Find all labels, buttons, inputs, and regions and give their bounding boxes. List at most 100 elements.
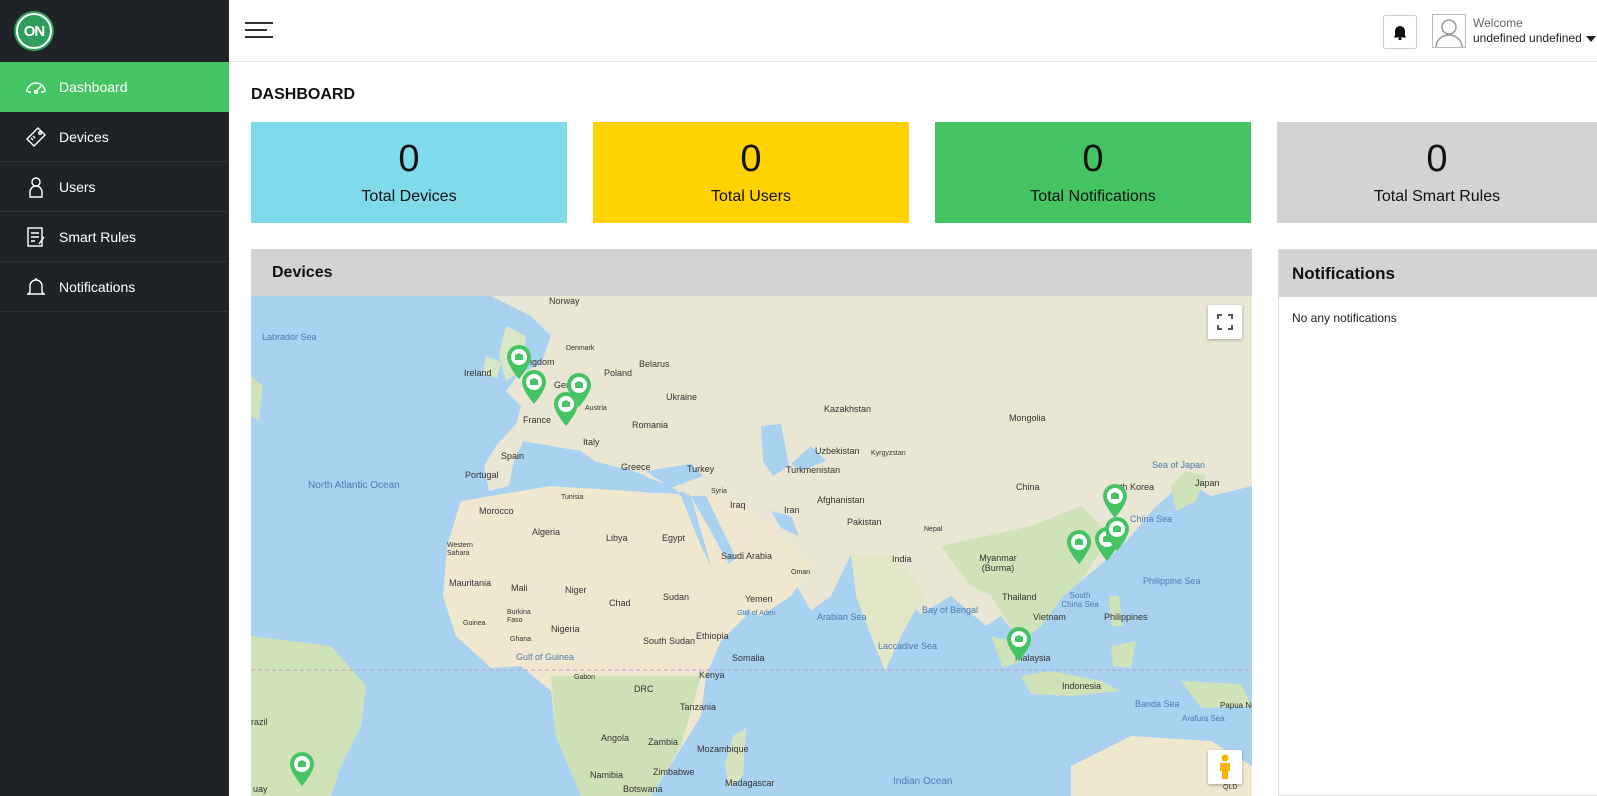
device-marker[interactable] <box>553 391 579 427</box>
on-logo[interactable]: ON <box>16 13 52 49</box>
sidebar-item-users[interactable]: Users <box>0 162 229 212</box>
map-label: Madagascar <box>725 778 775 788</box>
device-marker[interactable] <box>289 751 315 787</box>
map-pin-icon <box>290 752 314 786</box>
devices-map[interactable]: Norway Labrador Sea Denmark Belarus Irel… <box>251 296 1252 796</box>
devices-panel-title: Devices <box>251 249 1252 296</box>
user-avatar-icon <box>1435 19 1463 47</box>
device-marker[interactable] <box>521 369 547 405</box>
stat-label: Total Users <box>710 188 792 205</box>
map-label: Nepal <box>924 526 943 533</box>
map-label: Uzbekistan <box>815 446 860 456</box>
map-label: Greece <box>621 462 651 472</box>
bell-icon <box>24 275 48 299</box>
avatar[interactable] <box>1432 14 1466 48</box>
logo-area: ON <box>0 0 229 62</box>
map-label: QLD <box>1223 784 1238 791</box>
map-label: Thailand <box>1002 592 1037 602</box>
speedometer-icon <box>24 75 48 99</box>
notifications-panel-title: Notifications <box>1279 250 1597 297</box>
map-label: Mauritania <box>449 578 492 588</box>
sidebar-item-label: Notifications <box>59 278 136 295</box>
map-label: Yemen <box>745 594 773 604</box>
map-label: France <box>523 415 552 425</box>
map-label: Ethiopia <box>696 631 729 641</box>
sidebar: ON Dashboard Devices Users Smart Rules N… <box>0 0 229 796</box>
map-label: Gabon <box>574 674 596 681</box>
map-label: Norway <box>549 296 580 306</box>
menu-toggle-icon[interactable] <box>245 22 273 40</box>
map-label: Tunisia <box>561 494 584 501</box>
map-label: Indonesia <box>1062 681 1102 691</box>
page-title: DASHBOARD <box>251 86 355 103</box>
map-label: Mongolia <box>1009 413 1046 423</box>
map-label: Burkina Faso <box>507 609 531 624</box>
stat-label: Total Devices <box>361 188 457 205</box>
map-label: China Sea <box>1130 514 1173 524</box>
map-label: Indian Ocean <box>893 776 953 787</box>
stat-card-total-devices[interactable]: 0 Total Devices <box>251 122 567 223</box>
sidebar-item-smart-rules[interactable]: Smart Rules <box>0 212 229 262</box>
pegman-icon <box>1220 754 1230 779</box>
map-fullscreen-button[interactable] <box>1208 305 1242 339</box>
map-label: Belarus <box>639 359 670 369</box>
map-label: Ukraine <box>666 392 698 402</box>
map-label: Ghana <box>510 636 532 643</box>
map-label: Iran <box>784 505 800 515</box>
stat-value: 0 <box>740 138 762 180</box>
map-label: razil <box>251 717 268 727</box>
map-label: Namibia <box>590 770 624 780</box>
map-label: Poland <box>604 368 633 378</box>
map-label: Iraq <box>730 500 746 510</box>
map-label: Oman <box>791 569 811 576</box>
stat-label: Total Notifications <box>1030 188 1156 205</box>
map-label: Algeria <box>532 527 561 537</box>
map-label: Banda Sea <box>1135 699 1180 709</box>
stat-card-total-smart-rules[interactable]: 0 Total Smart Rules <box>1277 122 1597 223</box>
topbar: Welcome undefined undefined <box>229 0 1597 62</box>
map-label: Arabian Sea <box>817 612 867 622</box>
map-label: DRC <box>634 684 654 694</box>
device-marker[interactable] <box>1104 516 1130 552</box>
sidebar-item-notifications[interactable]: Notifications <box>0 262 229 312</box>
map-label: Turkmenistan <box>786 465 841 475</box>
map-label: Egypt <box>662 533 686 543</box>
stat-value: 0 <box>398 138 420 180</box>
notifications-bell-button[interactable] <box>1383 15 1417 49</box>
notifications-panel: Notifications No any notifications <box>1278 249 1597 796</box>
stat-card-total-users[interactable]: 0 Total Users <box>593 122 909 223</box>
sidebar-item-devices[interactable]: Devices <box>0 112 229 162</box>
map-label: Angola <box>601 733 630 743</box>
map-label: Morocco <box>479 506 514 516</box>
device-marker[interactable] <box>1006 626 1032 662</box>
device-marker[interactable] <box>1102 483 1128 519</box>
user-icon <box>24 175 48 199</box>
map-label: Libya <box>606 533 628 543</box>
map-label: Sea of Japan <box>1152 460 1206 470</box>
device-marker[interactable] <box>1066 529 1092 565</box>
map-label: Niger <box>565 585 587 595</box>
map-label: Chad <box>609 598 631 608</box>
map-label: Japan <box>1195 478 1220 488</box>
map-label: Kenya <box>699 670 725 680</box>
map-label: Ireland <box>464 368 492 378</box>
stat-card-total-notifications[interactable]: 0 Total Notifications <box>935 122 1251 223</box>
map-label: South Sudan <box>643 636 696 646</box>
map-label: India <box>892 554 912 564</box>
map-label: North Atlantic Ocean <box>308 480 400 491</box>
map-label: Vietnam <box>1033 612 1066 622</box>
map-pin-icon <box>1067 530 1091 564</box>
map-label: Mozambique <box>697 744 749 754</box>
map-label: Guinea <box>463 620 486 627</box>
stat-label: Total Smart Rules <box>1373 188 1501 205</box>
map-label: Italy <box>583 437 600 447</box>
sidebar-item-dashboard[interactable]: Dashboard <box>0 62 229 112</box>
sidebar-item-label: Devices <box>59 128 109 145</box>
app: ON Dashboard Devices Users Smart Rules N… <box>0 0 1597 796</box>
map-pin-icon <box>1105 517 1129 551</box>
map-label: Romania <box>632 420 669 430</box>
map-label: Gulf of Aden <box>737 610 776 617</box>
map-label: Botswana <box>623 784 663 794</box>
street-view-pegman-button[interactable] <box>1208 750 1242 784</box>
user-menu-dropdown[interactable]: undefined undefined <box>1473 31 1596 45</box>
